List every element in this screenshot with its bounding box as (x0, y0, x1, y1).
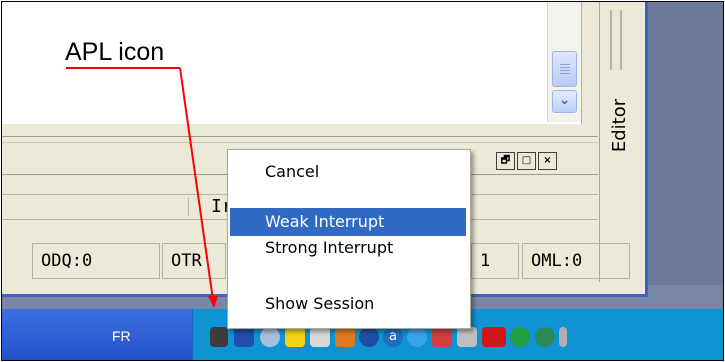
menu-item-weak-interrupt[interactable]: Weak Interrupt (230, 208, 466, 236)
wifi-icon[interactable] (510, 327, 530, 347)
divider (188, 198, 189, 216)
overflow-icon[interactable] (559, 327, 567, 347)
warning-icon[interactable] (285, 327, 305, 347)
grip (610, 10, 612, 70)
search-icon[interactable] (407, 327, 427, 347)
info-icon[interactable] (359, 327, 379, 347)
network-icon[interactable] (234, 327, 254, 347)
grip (620, 10, 622, 70)
cloud-icon[interactable] (260, 327, 280, 347)
menu-item-strong-interrupt[interactable]: Strong Interrupt (230, 234, 466, 262)
menu-item-cancel[interactable]: Cancel (230, 158, 466, 186)
apl-icon[interactable] (210, 327, 228, 347)
language-indicator[interactable]: FR (112, 328, 131, 344)
pane-controls: 🗗 □ × (496, 152, 557, 170)
office-icon[interactable] (335, 327, 355, 347)
status-ml: OML:0 (522, 243, 630, 279)
scroll-down-button[interactable]: ⌄ (552, 90, 577, 113)
a-icon[interactable]: a (383, 327, 403, 347)
globe-icon[interactable] (535, 327, 555, 347)
menu-item-show-session[interactable]: Show Session (230, 290, 466, 318)
flag-icon[interactable] (432, 327, 452, 347)
annotation-label: APL icon (65, 38, 165, 66)
printer-icon[interactable] (457, 327, 477, 347)
close-pane-button[interactable]: × (538, 152, 557, 170)
menu-separator (234, 195, 460, 196)
status-dq: ODQ:0 (32, 243, 160, 279)
status-tr: OTR (162, 243, 226, 279)
restore-pane-button[interactable]: 🗗 (496, 152, 515, 170)
vertical-scrollbar[interactable]: ⌄ (547, 2, 581, 122)
screenshot-frame: ⌄ 🗗 □ × Editor Ir ODQ:0 OTR 1 OML:0 FR a… (1, 1, 724, 361)
divider (2, 136, 598, 137)
desktop-background (638, 2, 723, 292)
tab-editor[interactable]: Editor (602, 90, 638, 160)
menu-separator (234, 279, 460, 280)
maximize-pane-button[interactable]: □ (517, 152, 536, 170)
scroll-thumb[interactable] (552, 51, 577, 87)
chevron-down-icon: ⌄ (558, 92, 571, 108)
context-menu: Cancel Weak Interrupt Strong Interrupt S… (227, 149, 471, 329)
cross-icon[interactable] (310, 327, 330, 347)
ati-icon[interactable] (482, 327, 506, 347)
divider (2, 142, 598, 143)
status-value: 1 (471, 243, 519, 279)
editor-tab-label: Editor (609, 98, 631, 152)
